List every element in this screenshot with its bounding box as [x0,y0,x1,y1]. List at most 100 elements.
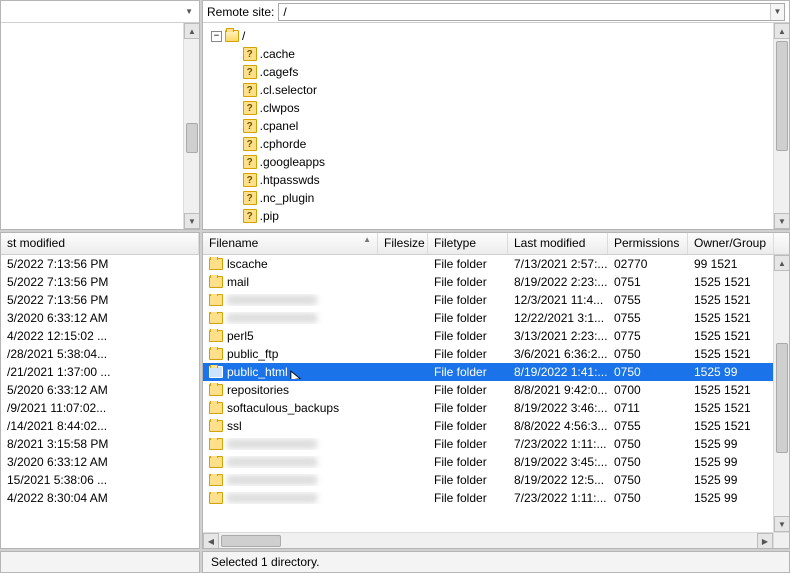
remote-tree[interactable]: − / ? .cache ? .cagefs ? .cl.selector ? … [203,23,789,229]
file-row[interactable]: public_htmlFile folder8/19/2022 1:41:...… [203,363,789,381]
local-file-rows[interactable]: 5/2022 7:13:56 PM5/2022 7:13:56 PM5/2022… [1,255,199,548]
local-list-row[interactable]: 5/2022 7:13:56 PM [1,273,199,291]
remote-list-scrollbar-h[interactable]: ◀ ▶ [203,532,773,548]
scroll-down-icon[interactable]: ▼ [774,516,790,532]
tree-item[interactable]: ? .cache [211,45,789,63]
scroll-down-icon[interactable]: ▼ [184,213,200,229]
col-permissions[interactable]: Permissions [608,233,688,254]
file-name-cell: public_ftp [203,347,378,361]
tree-collapse-icon[interactable]: − [211,31,222,42]
local-list-row[interactable]: /28/2021 5:38:04... [1,345,199,363]
file-permissions: 0700 [608,383,688,397]
tree-item[interactable]: ? .cagefs [211,63,789,81]
file-row[interactable]: File folder7/23/2022 1:11:...07501525 99 [203,435,789,453]
unknown-folder-icon: ? [243,173,257,187]
tree-item[interactable]: ? .cpanel [211,117,789,135]
remote-tree-scrollbar[interactable]: ▲ ▼ [773,23,789,229]
scroll-down-icon[interactable]: ▼ [774,213,789,229]
remote-site-input[interactable]: / ▼ [278,3,785,21]
scroll-up-icon[interactable]: ▲ [774,23,789,39]
col-lastmod-left[interactable]: st modified [1,233,199,254]
file-name-cell: public_html [203,365,378,379]
file-row[interactable]: File folder8/19/2022 12:5...07501525 99 [203,471,789,489]
remote-status-bar: Selected 1 directory. [202,551,790,573]
tree-line [233,103,240,114]
remote-list-scrollbar-v[interactable]: ▲ ▼ [773,255,789,532]
sort-asc-icon: ▲ [363,235,371,244]
local-list-row[interactable]: 5/2022 7:13:56 PM [1,255,199,273]
scroll-thumb[interactable] [186,123,198,153]
local-list-row[interactable]: 4/2022 8:30:04 AM [1,489,199,507]
local-list-row[interactable]: 4/2022 12:15:02 ... [1,327,199,345]
local-list-row[interactable]: 15/2021 5:38:06 ... [1,471,199,489]
unknown-folder-icon: ? [243,155,257,169]
scroll-thumb[interactable] [776,343,788,453]
file-row[interactable]: lscacheFile folder7/13/2021 2:57:...0277… [203,255,789,273]
col-filename-label: Filename [209,236,258,250]
tree-item[interactable]: ? .cphorde [211,135,789,153]
file-name-cell: lscache [203,257,378,271]
file-row[interactable]: File folder12/22/2021 3:1...07551525 152… [203,309,789,327]
file-name-label [227,457,317,467]
local-list-row[interactable]: 3/2020 6:33:12 AM [1,309,199,327]
file-owner: 99 1521 [688,257,774,271]
file-row[interactable]: public_ftpFile folder3/6/2021 6:36:2...0… [203,345,789,363]
local-list-row[interactable]: 5/2022 7:13:56 PM [1,291,199,309]
tree-item[interactable]: ? .cl.selector [211,81,789,99]
file-name-label: ssl [227,419,242,433]
tree-item[interactable]: ? .htpasswds [211,171,789,189]
unknown-folder-icon: ? [243,191,257,205]
file-row[interactable]: sslFile folder8/8/2022 4:56:3...07551525… [203,417,789,435]
file-type: File folder [428,347,508,361]
local-tree-pane[interactable]: ▼ ▲ ▼ [0,0,200,230]
tree-item[interactable]: ? .googleapps [211,153,789,171]
local-list-row[interactable]: /21/2021 1:37:00 ... [1,363,199,381]
col-filename[interactable]: Filename ▲ [203,233,378,254]
file-owner: 1525 1521 [688,347,774,361]
file-permissions: 02770 [608,257,688,271]
tree-item-label: .nc_plugin [260,191,315,205]
file-row[interactable]: File folder8/19/2022 3:45:...07501525 99 [203,453,789,471]
file-name-cell: softaculous_backups [203,401,378,415]
scroll-up-icon[interactable]: ▲ [774,255,790,271]
folder-icon [209,456,223,468]
local-tree-scrollbar[interactable]: ▲ ▼ [183,23,199,229]
col-filesize[interactable]: Filesize [378,233,428,254]
local-site-bar[interactable]: ▼ [1,1,199,23]
scroll-left-icon[interactable]: ◀ [203,533,219,549]
tree-item[interactable]: ? .pip [211,207,789,225]
file-type: File folder [428,257,508,271]
local-list-row[interactable]: /14/2021 8:44:02... [1,417,199,435]
local-list-row[interactable]: 8/2021 3:15:58 PM [1,435,199,453]
scroll-right-icon[interactable]: ▶ [757,533,773,549]
scroll-thumb[interactable] [776,41,788,151]
file-permissions: 0775 [608,329,688,343]
col-filetype[interactable]: Filetype [428,233,508,254]
local-status-bar [0,551,200,573]
file-row[interactable]: mailFile folder8/19/2022 2:23:...0751152… [203,273,789,291]
file-row[interactable]: File folder7/23/2022 1:11:...07501525 99 [203,489,789,507]
tree-item[interactable]: ? .nc_plugin [211,189,789,207]
tree-line [233,157,240,168]
scroll-up-icon[interactable]: ▲ [184,23,200,39]
tree-root[interactable]: − / [211,27,789,45]
tree-item[interactable]: ? .clwpos [211,99,789,117]
unknown-folder-icon: ? [243,47,257,61]
chevron-down-icon[interactable]: ▼ [185,7,193,16]
file-row[interactable]: File folder12/3/2021 11:4...07551525 152… [203,291,789,309]
file-modified: 8/8/2021 9:42:0... [508,383,608,397]
unknown-folder-icon: ? [243,83,257,97]
scroll-thumb[interactable] [221,535,281,547]
col-owner[interactable]: Owner/Group [688,233,774,254]
file-row[interactable]: repositoriesFile folder8/8/2021 9:42:0..… [203,381,789,399]
local-list-row[interactable]: 5/2020 6:33:12 AM [1,381,199,399]
file-owner: 1525 1521 [688,275,774,289]
file-row[interactable]: softaculous_backupsFile folder8/19/2022 … [203,399,789,417]
local-list-row[interactable]: 3/2020 6:33:12 AM [1,453,199,471]
remote-file-rows[interactable]: lscacheFile folder7/13/2021 2:57:...0277… [203,255,789,548]
col-lastmod[interactable]: Last modified [508,233,608,254]
local-list-row[interactable]: /9/2021 11:07:02... [1,399,199,417]
tree-line [233,193,240,204]
file-row[interactable]: perl5File folder3/13/2021 2:23:...077515… [203,327,789,345]
chevron-down-icon[interactable]: ▼ [770,4,784,20]
